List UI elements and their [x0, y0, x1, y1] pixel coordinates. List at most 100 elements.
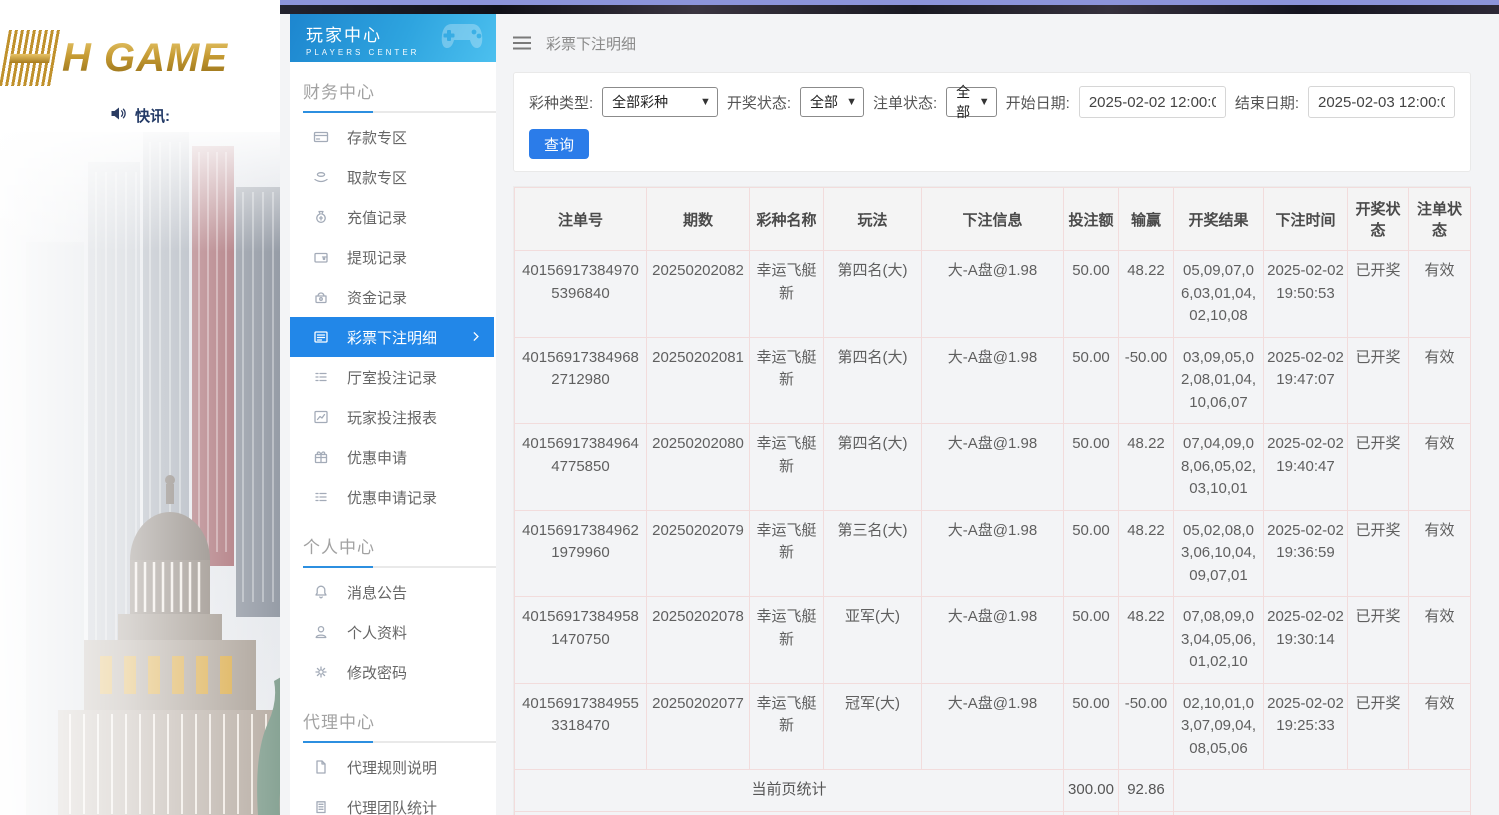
sidebar-item-player-bet-report[interactable]: 玩家投注报表: [290, 397, 496, 437]
draw-status-select[interactable]: 全部 ▼: [800, 87, 864, 117]
draw-status-label: 开奖状态:: [726, 94, 792, 112]
cell-order-no: 401569173849553318470: [514, 682, 647, 770]
cell-bet-info: 大-A盘@1.98: [921, 509, 1064, 597]
sidebar-item-profile[interactable]: 个人资料: [290, 612, 496, 652]
cell-lottery-name: 幸运飞艇新: [749, 596, 824, 684]
cell-order-no: 401569173849644775850: [514, 423, 647, 511]
cell-order-status: 有效: [1408, 682, 1471, 770]
section-divider: [303, 111, 496, 113]
sidebar-item-agent-team-stats[interactable]: 代理团队统计: [290, 787, 496, 815]
brand-logo: H GAME: [0, 30, 228, 86]
cell-draw-result: 05,09,07,06,03,01,04,02,10,08: [1173, 250, 1264, 338]
money-bag-icon: [313, 209, 329, 225]
cell-lottery-name: 幸运飞艇新: [749, 250, 824, 338]
app-root: H GAME 快讯: 玩家中心 PLAYERS CENTER 财务中心 存款专区…: [0, 0, 1499, 815]
table-row: 401569173849682712980 20250202081 幸运飞艇新 …: [514, 336, 1471, 424]
logo-stripes: [0, 30, 61, 86]
sidebar-item-label: 代理规则说明: [347, 759, 438, 777]
cell-lottery-name: 幸运飞艇新: [749, 509, 824, 597]
column-header: 期数: [646, 187, 750, 251]
summary-bet-total: 300.00: [1063, 769, 1119, 812]
cell-draw-status: 已开奖: [1347, 250, 1409, 338]
sidebar-item-agent-rules[interactable]: 代理规则说明: [290, 747, 496, 787]
sidebar: 玩家中心 PLAYERS CENTER 财务中心 存款专区 取款专区 充值记录 …: [290, 14, 496, 815]
sidebar-item-withdraw[interactable]: 取款专区: [290, 157, 496, 197]
order-status-label: 注单状态:: [872, 94, 938, 112]
sidebar-item-announcements[interactable]: 消息公告: [290, 572, 496, 612]
order-status-select[interactable]: 全部 ▼: [946, 84, 997, 120]
grand-total-summary-row: 总统计 300.00 92.86: [514, 810, 1471, 815]
section-title-personal: 个人中心: [303, 538, 375, 557]
cell-bet-amount: 50.00: [1063, 596, 1119, 684]
summary-label: 总统计: [514, 810, 1064, 815]
speaker-icon: [110, 106, 127, 125]
cell-lottery-name: 幸运飞艇新: [749, 682, 824, 770]
cell-draw-status: 已开奖: [1347, 682, 1409, 770]
query-button[interactable]: 查询: [529, 129, 590, 159]
sidebar-item-label: 代理团队统计: [347, 799, 438, 815]
section-divider: [303, 741, 496, 743]
page-title: 彩票下注明细: [546, 35, 637, 53]
cell-lottery-name: 幸运飞艇新: [749, 423, 824, 511]
cell-bet-info: 大-A盘@1.98: [921, 250, 1064, 338]
sidebar-item-label: 优惠申请记录: [347, 489, 438, 507]
sidebar-item-promo-apply[interactable]: 优惠申请: [290, 437, 496, 477]
column-header: 输赢: [1118, 187, 1174, 251]
cell-draw-result: 02,10,01,03,07,09,04,08,05,06: [1173, 682, 1264, 770]
sidebar-item-lottery-bet-detail[interactable]: 彩票下注明细: [290, 317, 494, 357]
sidebar-item-label: 玩家投注报表: [347, 409, 438, 427]
section-title-agent: 代理中心: [303, 713, 375, 732]
cell-bet-time: 2025-02-02 19:30:14: [1263, 596, 1348, 684]
cell-play-type: 亚军(大): [823, 596, 922, 684]
cell-draw-result: 07,04,09,08,06,05,02,03,10,01: [1173, 423, 1264, 511]
cell-draw-status: 已开奖: [1347, 336, 1409, 424]
cell-winloss: 48.22: [1118, 596, 1174, 684]
cell-draw-result: 05,02,08,03,06,10,04,09,07,01: [1173, 509, 1264, 597]
start-date-label: 开始日期:: [1005, 94, 1070, 112]
cell-play-type: 冠军(大): [823, 682, 922, 770]
cell-bet-info: 大-A盘@1.98: [921, 682, 1064, 770]
gift-icon: [313, 449, 329, 465]
sidebar-item-fund-records[interactable]: 资金记录: [290, 277, 496, 317]
sidebar-item-promo-records[interactable]: 优惠申请记录: [290, 477, 496, 517]
cell-bet-time: 2025-02-02 19:36:59: [1263, 509, 1348, 597]
end-date-input[interactable]: [1308, 86, 1455, 118]
table-row: 401569173849553318470 20250202077 幸运飞艇新 …: [514, 682, 1471, 770]
wallet-icon: [313, 249, 329, 265]
sidebar-item-change-password[interactable]: 修改密码: [290, 652, 496, 692]
cell-play-type: 第四名(大): [823, 336, 922, 424]
table-header-row: 注单号 期数 彩种名称 玩法 下注信息 投注额 输赢 开奖结果 下注时间 开奖状…: [514, 187, 1471, 251]
bet-records-table-panel: 注单号 期数 彩种名称 玩法 下注信息 投注额 输赢 开奖结果 下注时间 开奖状…: [513, 186, 1471, 815]
sidebar-item-hall-bet-records[interactable]: 厅室投注记录: [290, 357, 496, 397]
cell-winloss: -50.00: [1118, 336, 1174, 424]
deposit-card-icon: [313, 129, 329, 145]
cell-winloss: 48.22: [1118, 509, 1174, 597]
cell-order-status: 有效: [1408, 596, 1471, 684]
column-header: 彩种名称: [749, 187, 824, 251]
cell-order-status: 有效: [1408, 336, 1471, 424]
cell-period: 20250202082: [646, 250, 750, 338]
summary-empty: [1173, 810, 1471, 815]
cell-period: 20250202077: [646, 682, 750, 770]
sidebar-item-withdrawal-records[interactable]: 提现记录: [290, 237, 496, 277]
menu-toggle-icon[interactable]: [513, 36, 531, 50]
table-row: 401569173849644775850 20250202080 幸运飞艇新 …: [514, 423, 1471, 511]
cell-bet-amount: 50.00: [1063, 682, 1119, 770]
lottery-detail-icon: [313, 329, 329, 345]
current-page-summary-row: 当前页统计 300.00 92.86: [514, 769, 1471, 812]
section-title-finance: 财务中心: [303, 83, 375, 102]
bet-records-table: 注单号 期数 彩种名称 玩法 下注信息 投注额 输赢 开奖结果 下注时间 开奖状…: [514, 187, 1471, 815]
sidebar-item-deposit[interactable]: 存款专区: [290, 117, 496, 157]
column-header: 注单状态: [1408, 187, 1471, 251]
document-icon: [313, 759, 329, 775]
lottery-type-select[interactable]: 全部彩种 ▼: [602, 87, 718, 117]
summary-empty: [1173, 769, 1471, 812]
chevron-down-icon: ▼: [846, 96, 857, 108]
sidebar-item-recharge-records[interactable]: 充值记录: [290, 197, 496, 237]
top-strip-dark: [280, 5, 1499, 14]
cell-bet-info: 大-A盘@1.98: [921, 423, 1064, 511]
cell-period: 20250202078: [646, 596, 750, 684]
start-date-input[interactable]: [1078, 86, 1226, 118]
end-date-label: 结束日期:: [1234, 94, 1299, 112]
column-header: 开奖状态: [1347, 187, 1409, 251]
